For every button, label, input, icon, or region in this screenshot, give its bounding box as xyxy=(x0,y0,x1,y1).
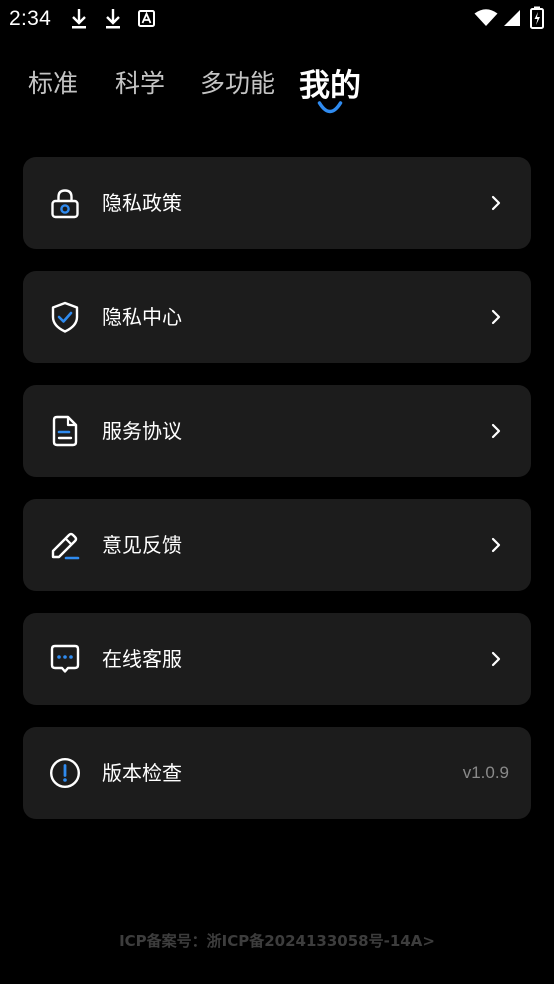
shield-check-icon xyxy=(51,301,79,333)
menu-item-service-agreement[interactable]: 服务协议 xyxy=(23,385,531,477)
wifi-icon xyxy=(474,9,498,26)
chevron-right-icon xyxy=(491,309,501,325)
chevron-right-icon xyxy=(491,195,501,211)
menu-label: 隐私中心 xyxy=(102,305,182,329)
tab-scientific[interactable]: 科学 xyxy=(115,64,165,100)
menu-item-online-service[interactable]: 在线客服 xyxy=(23,613,531,705)
version-value: v1.0.9 xyxy=(462,763,509,782)
status-time: 2:34 xyxy=(9,7,52,30)
battery-icon xyxy=(530,6,544,29)
pencil-icon xyxy=(51,532,80,560)
menu-item-privacy-policy[interactable]: 隐私政策 xyxy=(23,157,531,249)
menu-item-feedback[interactable]: 意见反馈 xyxy=(23,499,531,591)
tab-active-indicator xyxy=(317,101,343,114)
chevron-right-icon xyxy=(491,537,501,553)
download-icon xyxy=(106,9,120,29)
exclamation-icon xyxy=(49,757,81,789)
menu-label: 服务协议 xyxy=(102,419,182,443)
chat-icon xyxy=(50,644,80,673)
a-letter-icon xyxy=(138,10,155,27)
icp-footer[interactable]: ICP备案号：浙ICP备2024133058号-14A> xyxy=(0,930,554,951)
tab-standard[interactable]: 标准 xyxy=(28,64,78,100)
menu-label: 在线客服 xyxy=(102,647,182,671)
menu-label: 意见反馈 xyxy=(102,533,182,557)
signal-icon xyxy=(504,10,520,26)
menu-label: 版本检查 xyxy=(102,761,182,785)
lock-icon xyxy=(51,189,79,219)
tab-multifunction[interactable]: 多功能 xyxy=(200,64,275,100)
chevron-right-icon xyxy=(491,423,501,439)
menu-item-version-check[interactable]: 版本检查 v1.0.9 xyxy=(23,727,531,819)
document-icon xyxy=(52,415,78,447)
status-bar: 2:34 xyxy=(0,0,554,38)
tab-bar: 标准 科学 多功能 我的 xyxy=(0,56,554,116)
chevron-right-icon xyxy=(491,651,501,667)
tab-mine[interactable]: 我的 xyxy=(299,60,361,105)
download-icon xyxy=(72,9,86,29)
menu-item-privacy-center[interactable]: 隐私中心 xyxy=(23,271,531,363)
menu-label: 隐私政策 xyxy=(102,191,182,215)
